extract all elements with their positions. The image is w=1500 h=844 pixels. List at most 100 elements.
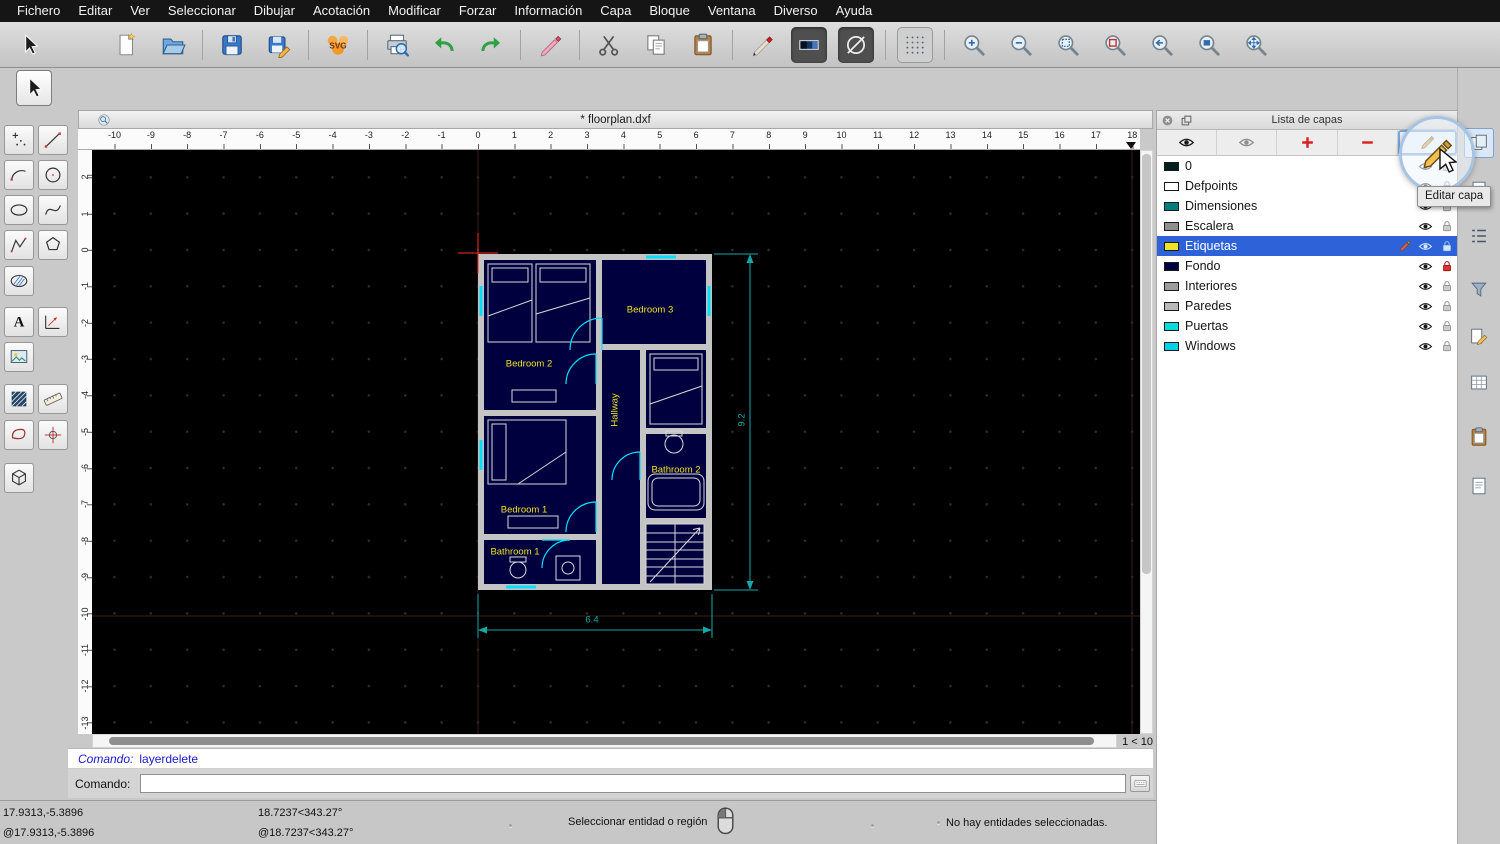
new-file-button[interactable]	[108, 27, 144, 63]
redo-button[interactable]	[473, 27, 509, 63]
menu-bloque[interactable]: Bloque	[640, 0, 698, 22]
menu-modificar[interactable]: Modificar	[379, 0, 450, 22]
measure-tool-button[interactable]	[38, 384, 68, 414]
zoom-pan-button[interactable]	[1238, 27, 1274, 63]
layer-lock-toggle[interactable]	[1436, 239, 1457, 253]
menu-fichero[interactable]: Fichero	[8, 0, 69, 22]
layer-lock-toggle[interactable]	[1436, 219, 1457, 233]
menu-forzar[interactable]: Forzar	[450, 0, 506, 22]
command-keyboard-button[interactable]	[1130, 775, 1150, 792]
panel-detach-button[interactable]	[1180, 114, 1193, 127]
horizontal-scrollbar-thumb[interactable]	[109, 737, 1094, 745]
spline-tool-button[interactable]	[38, 195, 68, 225]
ellipse-tool-button[interactable]	[4, 195, 34, 225]
layer-row-fondo[interactable]: Fondo	[1157, 256, 1457, 276]
polygon-tool-button[interactable]	[38, 230, 68, 260]
zoom-in-button[interactable]	[956, 27, 992, 63]
circle-toggle-button[interactable]	[838, 26, 874, 63]
isometric-tool-button[interactable]	[4, 463, 34, 493]
select-pointer-button[interactable]	[12, 27, 48, 63]
menu-dibujar[interactable]: Dibujar	[245, 0, 304, 22]
delete-entities-button[interactable]	[532, 27, 568, 63]
add-layer-button[interactable]	[1277, 130, 1338, 155]
layer-row-dimensiones[interactable]: Dimensiones	[1157, 196, 1457, 216]
menu-seleccionar[interactable]: Seleccionar	[159, 0, 245, 22]
circle-tool-button[interactable]	[38, 160, 68, 190]
layer-row-puertas[interactable]: Puertas	[1157, 316, 1457, 336]
paste-button[interactable]	[685, 27, 721, 63]
layer-visibility-toggle[interactable]	[1415, 239, 1436, 254]
line-attributes-button[interactable]	[791, 26, 827, 63]
remove-layer-button[interactable]	[1338, 130, 1398, 155]
layer-visibility-toggle[interactable]	[1415, 279, 1436, 294]
document-titlebar[interactable]: * floorplan.dxf	[78, 110, 1153, 129]
dock-button-3[interactable]	[1464, 221, 1494, 251]
layer-lock-toggle[interactable]	[1436, 339, 1457, 353]
hide-all-layers-button[interactable]	[1217, 130, 1278, 155]
grid-toggle-button[interactable]	[897, 26, 933, 63]
zoom-redraw-button[interactable]	[1097, 27, 1133, 63]
print-preview-button[interactable]	[379, 27, 415, 63]
menu-acotacion[interactable]: Acotación	[304, 0, 379, 22]
menu-diverso[interactable]: Diverso	[765, 0, 827, 22]
command-input[interactable]	[140, 774, 1126, 793]
menu-ventana[interactable]: Ventana	[699, 0, 765, 22]
points-tool-button[interactable]	[4, 125, 34, 155]
zoom-out-button[interactable]	[1003, 27, 1039, 63]
snap-tool-button[interactable]	[38, 420, 68, 450]
layer-visibility-toggle[interactable]	[1415, 299, 1436, 314]
layer-lock-toggle[interactable]	[1436, 259, 1457, 273]
dock-button-4[interactable]	[1464, 275, 1494, 305]
zoom-previous-button[interactable]	[1144, 27, 1180, 63]
dock-button-8[interactable]	[1464, 471, 1494, 501]
horizontal-scrollbar[interactable]	[92, 734, 1117, 748]
layer-row-interiores[interactable]: Interiores	[1157, 276, 1457, 296]
cut-button[interactable]	[591, 27, 627, 63]
text-tool-button[interactable]: A	[4, 307, 34, 337]
arc-tool-button[interactable]	[4, 160, 34, 190]
menu-ver[interactable]: Ver	[121, 0, 159, 22]
layer-row-escalera[interactable]: Escalera	[1157, 216, 1457, 236]
menu-informacion[interactable]: Información	[505, 0, 591, 22]
select-pointer-tool-button[interactable]	[16, 70, 52, 106]
layer-edit-icon[interactable]	[1394, 239, 1415, 253]
layer-lock-toggle[interactable]	[1436, 319, 1457, 333]
dimension-tool-button[interactable]	[38, 307, 68, 337]
layer-lock-toggle[interactable]	[1436, 299, 1457, 313]
layer-visibility-toggle[interactable]	[1415, 259, 1436, 274]
save-as-button[interactable]	[261, 27, 297, 63]
pen-attributes-button[interactable]	[744, 27, 780, 63]
panel-close-button[interactable]	[1161, 114, 1174, 127]
layer-lock-toggle[interactable]	[1436, 279, 1457, 293]
hatch-tool-button[interactable]	[4, 266, 34, 296]
zoom-window-button[interactable]	[1191, 27, 1227, 63]
menu-capa[interactable]: Capa	[591, 0, 640, 22]
zoom-auto-button[interactable]	[1050, 27, 1086, 63]
undo-button[interactable]	[426, 27, 462, 63]
export-svg-button[interactable]: SVG	[320, 27, 356, 63]
layer-visibility-toggle[interactable]	[1415, 219, 1436, 234]
layer-row-etiquetas[interactable]: Etiquetas	[1157, 236, 1457, 256]
drawing-canvas[interactable]: Bedroom 2 Bedroom 3 Bedroom 1 Bathroom 1 Bat…	[92, 150, 1140, 734]
layer-visibility-toggle[interactable]	[1415, 319, 1436, 334]
line-tool-button[interactable]	[38, 125, 68, 155]
dock-button-5[interactable]	[1464, 322, 1494, 352]
show-all-layers-button[interactable]	[1157, 130, 1218, 155]
vertical-scrollbar-thumb[interactable]	[1142, 154, 1151, 574]
vertical-scrollbar[interactable]	[1140, 150, 1153, 734]
copy-button[interactable]	[638, 27, 674, 63]
menu-editar[interactable]: Editar	[69, 0, 121, 22]
layer-row-windows[interactable]: Windows	[1157, 336, 1457, 356]
polyline-tool-button[interactable]	[4, 230, 34, 260]
hatch-solid-tool-button[interactable]	[4, 384, 34, 414]
dock-button-7[interactable]	[1464, 422, 1494, 452]
layer-visibility-toggle[interactable]	[1415, 339, 1436, 354]
dock-button-6[interactable]	[1464, 368, 1494, 398]
shape-tool-button[interactable]	[4, 420, 34, 450]
save-file-button[interactable]	[214, 27, 250, 63]
menu-ayuda[interactable]: Ayuda	[827, 0, 882, 22]
lock-icon	[1442, 241, 1451, 252]
image-tool-button[interactable]	[4, 342, 34, 372]
open-file-button[interactable]	[155, 27, 191, 63]
layer-row-paredes[interactable]: Paredes	[1157, 296, 1457, 316]
